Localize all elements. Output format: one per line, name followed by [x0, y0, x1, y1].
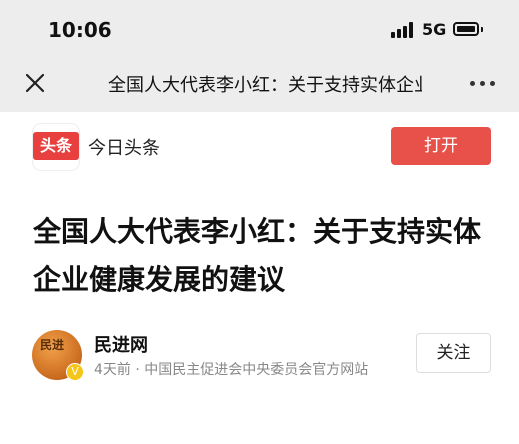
status-time: 10:06 — [48, 18, 112, 42]
top-header: 10:06 5G 全国人大代表李小红：关于支持实体企业健康发展的建议 — [0, 0, 519, 112]
battery-icon — [453, 22, 479, 36]
signal-icon — [391, 22, 413, 38]
avatar-text: 民进 — [40, 338, 65, 352]
article-meta: 4天前 · 中国民主促进会中央委员会官方网站 — [94, 362, 369, 378]
app-logo[interactable]: 头条 — [33, 124, 79, 170]
network-label: 5G — [422, 20, 447, 39]
article-title: 全国人大代表李小红：关于支持实体企业健康发展的建议 — [33, 215, 482, 296]
nav-title: 全国人大代表李小红：关于支持实体企业健康发展的建议 — [108, 75, 422, 96]
verified-badge-icon: V — [66, 363, 84, 381]
battery-cap — [481, 27, 483, 32]
more-icon[interactable] — [470, 81, 496, 87]
follow-button[interactable]: 关注 — [416, 333, 491, 373]
open-app-button[interactable]: 打开 — [391, 127, 491, 165]
author-name[interactable]: 民进网 — [94, 331, 148, 357]
close-icon[interactable] — [24, 72, 46, 94]
app-logo-text: 头条 — [33, 132, 79, 160]
app-name: 今日头条 — [88, 138, 160, 159]
